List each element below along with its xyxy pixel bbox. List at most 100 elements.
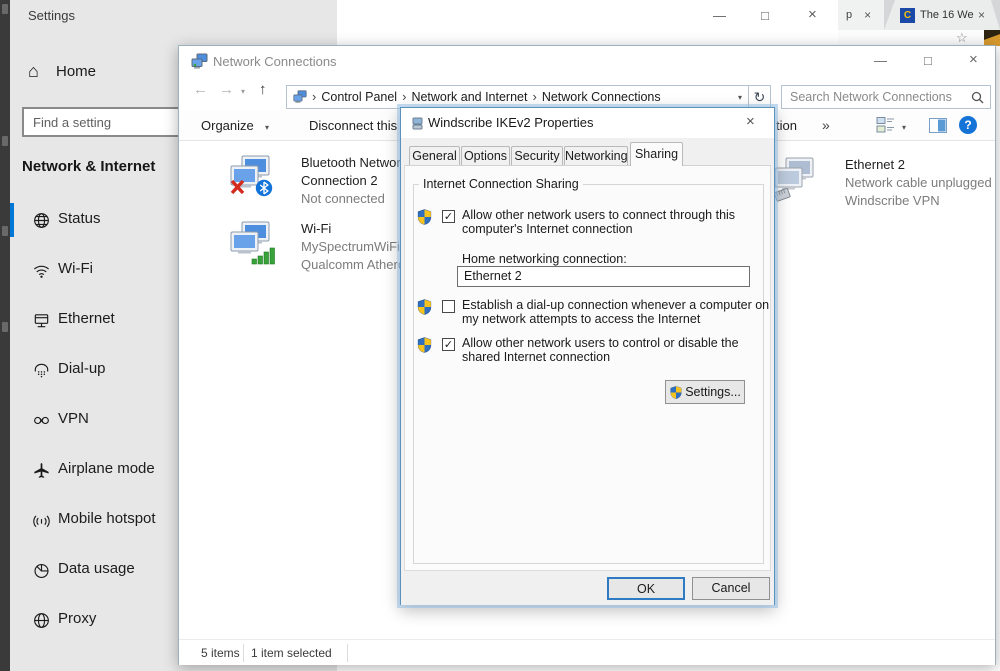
crumb-separator: › [312,86,316,108]
uac-shield-icon [416,208,433,226]
wifi-icon [32,261,51,280]
internet-connection-sharing-group [413,184,764,564]
wifi-connection-icon[interactable] [227,218,275,266]
status-bar: 5 items 1 item selected [179,639,995,665]
edge-app-strip [0,0,10,671]
breadcrumb-network-and-internet[interactable]: Network and Internet [411,90,527,104]
screen: Settings — □ × ⌂ Home Network & Internet… [0,0,1000,671]
nc-minimize-button[interactable]: — [874,53,887,68]
sidebar-item-label: VPN [58,410,89,427]
sidebar-item-label: Ethernet [58,310,115,327]
status-divider [243,644,244,662]
vpn-icon [32,411,51,430]
toolbar-overflow-chevron[interactable]: » [822,117,830,133]
settings-section-title: Network & Internet [22,158,155,175]
search-icon [971,91,984,104]
dialup-establish-checkbox[interactable] [442,300,455,313]
settings-button-label: Settings... [685,385,741,399]
edge-glyph [2,322,8,332]
view-details-icon[interactable] [876,116,895,134]
browser-tab-partial[interactable]: p × [838,0,884,30]
settings-maximize-button[interactable]: □ [761,8,769,23]
home-networking-label: Home networking connection: [462,252,627,266]
tab-security[interactable]: Security [511,146,563,165]
back-arrow-icon[interactable]: ← [193,81,208,98]
sharing-tab-page: Internet Connection Sharing ✓ Allow othe… [404,165,771,571]
connection-name: Bluetooth Network [301,154,407,172]
bluetooth-connection-icon[interactable] [227,152,275,200]
home-networking-combobox[interactable]: Ethernet 2 [457,266,750,287]
breadcrumb[interactable]: › Control Panel › Network and Internet ›… [286,85,749,109]
home-icon: ⌂ [28,62,39,80]
bookmark-star-icon[interactable]: ☆ [956,30,968,45]
connection-status: Not connected [301,190,407,208]
search-input[interactable] [788,89,971,105]
allow-connect-label: Allow other network users to connect thr… [462,208,735,236]
find-setting-input[interactable] [22,107,200,137]
network-connections-icon [191,53,208,70]
up-arrow-icon[interactable]: ↑ [259,81,267,98]
sidebar-item-label: Proxy [58,610,96,627]
dialog-close-icon[interactable]: × [746,113,755,130]
uac-shield-icon [669,385,683,400]
hotspot-icon [32,511,51,530]
label-line: computer's Internet connection [462,222,735,236]
organize-button[interactable]: Organize [201,118,254,133]
ethernet-icon [32,311,51,330]
tab-close-icon[interactable]: × [864,8,871,22]
airplane-icon [32,461,51,480]
tab-options[interactable]: Options [461,146,510,165]
preview-pane-icon[interactable] [929,118,947,133]
ics-settings-button[interactable]: Settings... [665,380,745,404]
connection-name: Ethernet 2 [845,156,992,174]
settings-minimize-button[interactable]: — [713,8,726,23]
label-line: Allow other network users to connect thr… [462,208,735,222]
history-dropdown-icon[interactable]: ▾ [241,87,245,96]
breadcrumb-location-icon [293,90,307,104]
settings-window-title: Settings [28,8,75,23]
browser-extension-icon[interactable] [984,30,1000,46]
list-item-ethernet2[interactable]: Ethernet 2 Network cable unplugged Winds… [845,156,992,210]
breadcrumb-network-connections[interactable]: Network Connections [542,90,661,104]
status-divider [347,644,348,662]
allow-connect-checkbox[interactable]: ✓ [442,210,455,223]
windscribe-properties-dialog: Windscribe IKEv2 Properties × General Op… [400,107,775,605]
sidebar-item-label: Dial-up [58,360,106,377]
search-box[interactable] [781,85,991,109]
tab-close-icon[interactable]: × [978,8,985,22]
forward-arrow-icon[interactable]: → [219,81,234,98]
dialup-establish-label: Establish a dial-up connection whenever … [462,298,769,326]
settings-close-button[interactable]: × [808,6,817,23]
connection-name: Connection 2 [301,172,407,190]
list-item-bluetooth[interactable]: Bluetooth Network Connection 2 Not conne… [301,154,407,208]
window-title: Network Connections [213,54,337,69]
crumb-separator: › [532,86,536,108]
toolbar-item-tail[interactable]: tion [776,118,797,133]
tab-networking[interactable]: Networking [564,146,628,165]
browser-tab[interactable]: C The 16 We × [884,0,1000,30]
tab-sharing[interactable]: Sharing [630,142,683,166]
organize-dropdown-icon[interactable]: ▾ [265,123,269,132]
sidebar-item-home[interactable]: Home [56,63,96,80]
help-icon[interactable]: ? [959,116,977,134]
view-dropdown-icon[interactable]: ▾ [902,123,906,132]
uac-shield-icon [416,298,433,316]
ok-button[interactable]: OK [607,577,685,600]
label-line: shared Internet connection [462,350,739,364]
ethernet-connection-icon[interactable] [771,154,819,202]
dialog-titlebar: Windscribe IKEv2 Properties × [401,108,774,138]
cancel-button[interactable]: Cancel [692,577,770,600]
allow-control-checkbox[interactable]: ✓ [442,338,455,351]
sidebar-item-label: Airplane mode [58,460,155,477]
nc-maximize-button[interactable]: □ [924,53,932,68]
dialog-title-icon [412,117,423,130]
address-dropdown-icon[interactable]: ▾ [738,93,742,102]
dialup-phone-icon [32,361,51,380]
tab-general[interactable]: General [409,146,460,165]
refresh-icon[interactable]: ↻ [749,85,771,109]
breadcrumb-control-panel[interactable]: Control Panel [321,90,397,104]
connection-status: Network cable unplugged [845,174,992,192]
nc-close-button[interactable]: × [969,51,978,68]
connection-device: Windscribe VPN [845,192,992,210]
label-line: my network attempts to access the Intern… [462,312,769,326]
